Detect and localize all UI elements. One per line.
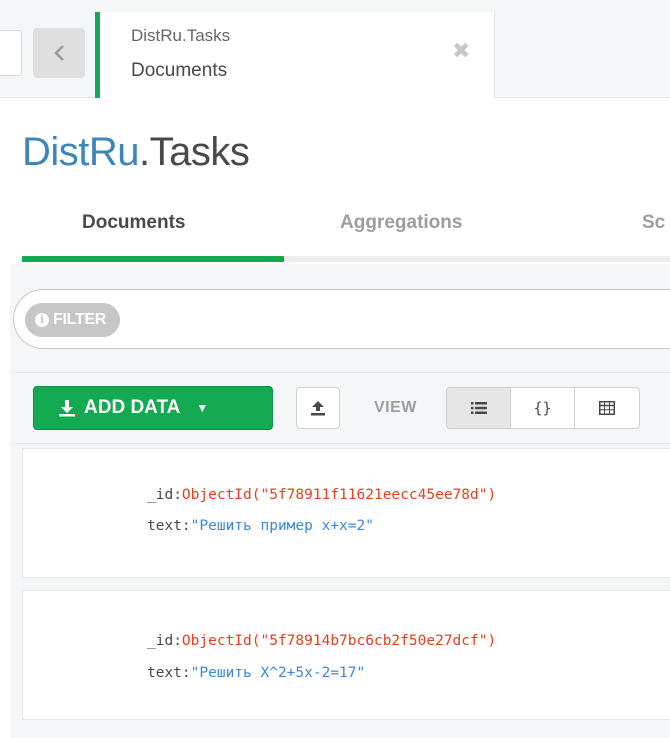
info-icon: i (35, 313, 49, 327)
document-field-text: text:"Решить X^2+5x-2=17" (147, 665, 365, 681)
table-view-button[interactable] (575, 388, 639, 428)
field-key: text: (147, 665, 191, 681)
collection-name: .Tasks (139, 130, 250, 174)
add-data-label: ADD DATA (84, 397, 181, 418)
field-value: ObjectId("5f78914b7bc6cb2f50e27dcf") (181, 633, 497, 649)
list-view-button[interactable] (447, 388, 511, 428)
download-icon (58, 399, 76, 417)
query-bar: i FILTER (10, 264, 670, 372)
caret-down-icon: ▼ (196, 401, 209, 415)
field-value: "Решить X^2+5x-2=17" (190, 665, 366, 681)
document-field-id: _id:ObjectId("5f78914b7bc6cb2f50e27dcf") (147, 633, 496, 649)
filter-label: FILTER (53, 311, 107, 328)
subtab-aggregations[interactable]: Aggregations (340, 212, 462, 234)
field-key: text: (147, 518, 191, 534)
back-button[interactable] (33, 28, 85, 78)
add-data-button[interactable]: ADD DATA ▼ (33, 386, 273, 430)
field-value: "Решить пример x+x=2" (190, 518, 374, 534)
documents-toolbar: ADD DATA ▼ VIEW {} (10, 372, 670, 444)
subtab-schema[interactable]: Sc (642, 212, 665, 234)
document-card[interactable]: _id:ObjectId("5f78911f11621eecc45ee78d")… (22, 448, 670, 578)
tab-documents[interactable]: DistRu.Tasks Documents ✖ (95, 12, 495, 98)
field-key: _id: (147, 487, 182, 503)
export-button[interactable] (296, 387, 340, 429)
document-card[interactable]: _id:ObjectId("5f78914b7bc6cb2f50e27dcf")… (22, 590, 670, 720)
braces-icon: {} (533, 399, 552, 417)
tab-subtitle: Documents (131, 60, 228, 81)
tab-strip: DistRu.Tasks Documents ✖ (0, 0, 670, 98)
upload-icon (311, 401, 325, 416)
active-subtab-indicator (22, 256, 284, 262)
json-view-button[interactable]: {} (511, 388, 575, 428)
previous-tab-stub[interactable] (0, 30, 22, 76)
table-icon (599, 401, 615, 415)
filter-pill[interactable]: i FILTER (25, 303, 121, 337)
collection-subtabs: Documents Aggregations Sc (22, 196, 670, 262)
document-field-text: text:"Решить пример x+x=2" (147, 518, 374, 534)
field-key: _id: (147, 633, 182, 649)
view-toggle-group: {} (446, 387, 640, 429)
subtab-documents[interactable]: Documents (82, 212, 185, 234)
list-icon (470, 402, 487, 414)
field-value: ObjectId("5f78911f11621eecc45ee78d") (181, 487, 497, 503)
filter-input[interactable]: i FILTER (13, 289, 670, 349)
view-label: VIEW (374, 399, 417, 416)
document-field-id: _id:ObjectId("5f78911f11621eecc45ee78d") (147, 487, 496, 503)
tab-namespace: DistRu.Tasks (131, 26, 231, 45)
chevron-left-icon (54, 45, 64, 61)
database-name[interactable]: DistRu (22, 130, 140, 174)
page-title: DistRu.Tasks (22, 130, 250, 175)
close-icon[interactable]: ✖ (452, 40, 470, 62)
document-list: _id:ObjectId("5f78911f11621eecc45ee78d")… (10, 444, 670, 738)
